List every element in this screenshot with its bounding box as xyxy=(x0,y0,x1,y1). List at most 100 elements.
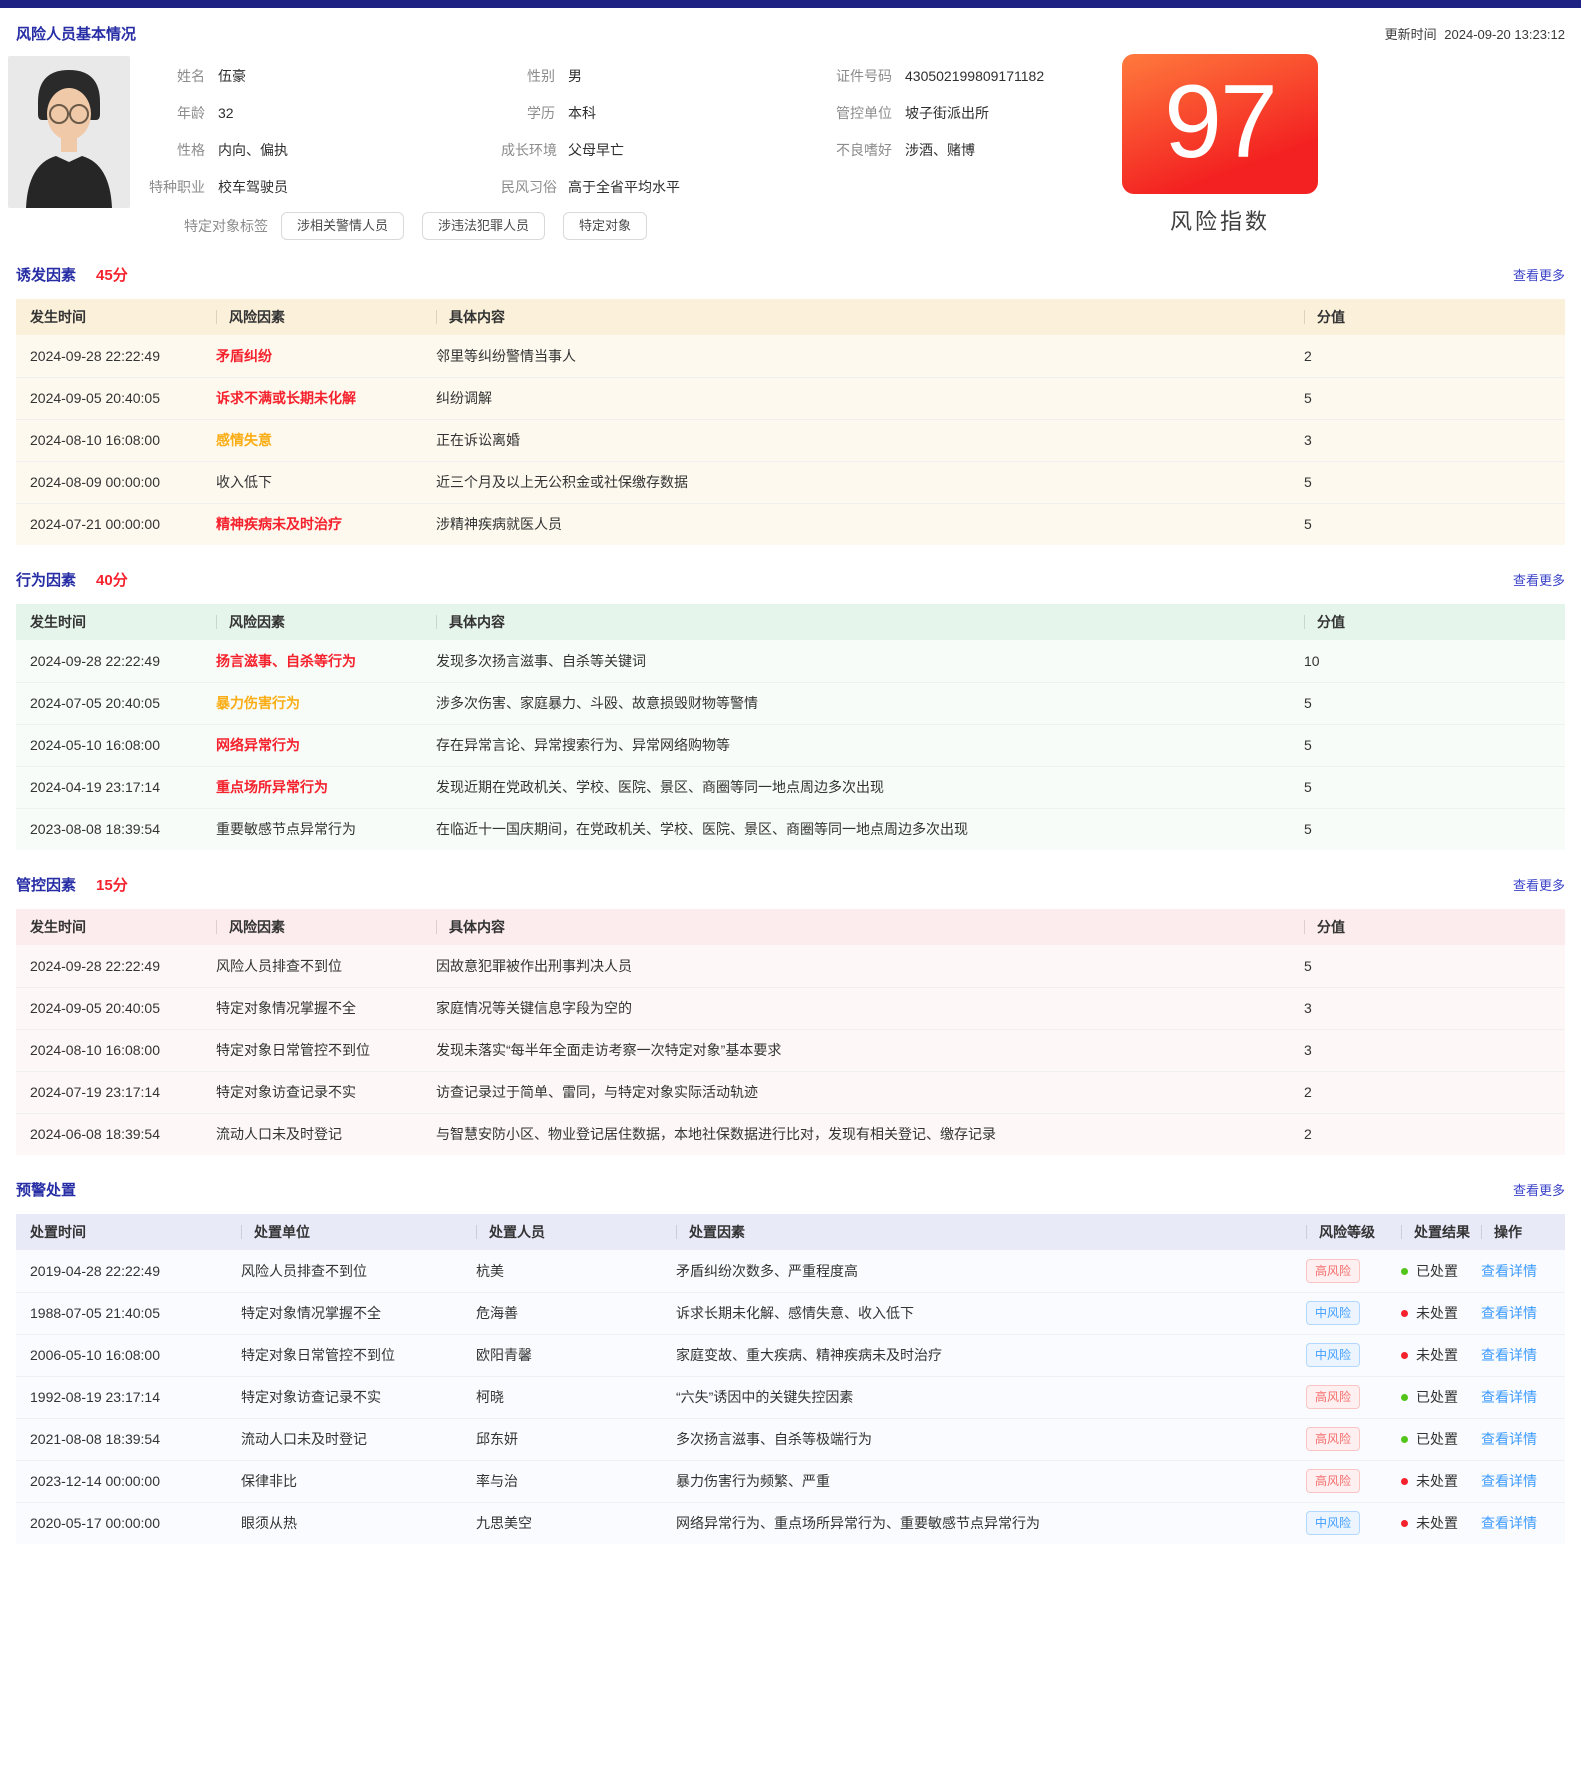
field-value: 本科 xyxy=(568,95,832,132)
cell-detail-content: 邻里等纠纷警情当事人 xyxy=(422,335,1290,377)
column-header: 风险因素 xyxy=(202,604,422,640)
view-detail-link[interactable]: 查看详情 xyxy=(1481,1263,1537,1279)
section-score: 45分 xyxy=(96,264,128,285)
cell-score: 5 xyxy=(1290,503,1565,545)
field-label: 成长环境 xyxy=(501,132,568,169)
cell-occurrence-time: 2024-05-10 16:08:00 xyxy=(16,724,202,766)
cell-occurrence-time: 2023-08-08 18:39:54 xyxy=(16,808,202,850)
cell-disposition-result: 未处置 xyxy=(1387,1460,1467,1502)
factor-table-row: 2024-08-10 16:08:00感情失意正在诉讼离婚3 xyxy=(16,419,1565,461)
result-status-text: 未处置 xyxy=(1416,1515,1458,1531)
view-detail-link[interactable]: 查看详情 xyxy=(1481,1515,1537,1531)
factor-table-row: 2024-05-10 16:08:00网络异常行为存在异常言论、异常搜索行为、异… xyxy=(16,724,1565,766)
field-label: 性别 xyxy=(501,58,568,95)
cell-risk-level: 中风险 xyxy=(1292,1292,1387,1334)
cell-score: 3 xyxy=(1290,419,1565,461)
cell-risk-factor: 矛盾纠纷 xyxy=(202,335,422,377)
column-header: 处置结果 xyxy=(1387,1214,1467,1250)
table-header-row: 发生时间风险因素具体内容分值 xyxy=(16,604,1565,640)
cell-risk-level: 中风险 xyxy=(1292,1334,1387,1376)
cell-action: 查看详情 xyxy=(1467,1502,1565,1544)
cell-disposition-person: 危海善 xyxy=(462,1292,662,1334)
column-header: 风险因素 xyxy=(202,909,422,945)
result-status-text: 已处置 xyxy=(1416,1389,1458,1405)
alert-table-row: 2020-05-17 00:00:00眼须从热九思美空网络异常行为、重点场所异常… xyxy=(16,1502,1565,1544)
cell-risk-factor: 重点场所异常行为 xyxy=(202,766,422,808)
tags-container: 涉相关警情人员涉违法犯罪人员特定对象 xyxy=(281,212,665,240)
result-status-text: 已处置 xyxy=(1416,1263,1458,1279)
update-time-label: 更新时间 xyxy=(1385,27,1437,42)
see-more-link[interactable]: 查看更多 xyxy=(1513,875,1565,894)
cell-action: 查看详情 xyxy=(1467,1460,1565,1502)
result-status-text: 未处置 xyxy=(1416,1473,1458,1489)
section-head-alert-disposition: 预警处置 查看更多 xyxy=(0,1179,1581,1200)
field-value: 男 xyxy=(568,58,832,95)
cell-risk-level: 高风险 xyxy=(1292,1250,1387,1292)
field-label: 学历 xyxy=(501,95,568,132)
cell-detail-content: 存在异常言论、异常搜索行为、异常网络购物等 xyxy=(422,724,1290,766)
see-more-link[interactable]: 查看更多 xyxy=(1513,1180,1565,1199)
cell-risk-factor: 诉求不满或长期未化解 xyxy=(202,377,422,419)
update-time: 更新时间 2024-09-20 13:23:12 xyxy=(1381,24,1565,43)
cell-risk-factor: 感情失意 xyxy=(202,419,422,461)
cell-detail-content: 在临近十一国庆期间，在党政机关、学校、医院、景区、商圈等同一地点周边多次出现 xyxy=(422,808,1290,850)
profile-fields: 姓名伍豪性别男证件号码430502199809171182年龄32学历本科管控单… xyxy=(140,58,1565,240)
field-label: 管控单位 xyxy=(832,95,905,132)
view-detail-link[interactable]: 查看详情 xyxy=(1481,1473,1537,1489)
cell-disposition-result: 已处置 xyxy=(1387,1250,1467,1292)
factor-table-row: 2024-09-05 20:40:05诉求不满或长期未化解纠纷调解5 xyxy=(16,377,1565,419)
field-value: 伍豪 xyxy=(218,58,501,95)
cell-risk-factor: 网络异常行为 xyxy=(202,724,422,766)
control-factor-table: 发生时间风险因素具体内容分值 2024-09-28 22:22:49风险人员排查… xyxy=(16,909,1565,1155)
cell-score: 3 xyxy=(1290,987,1565,1029)
cell-disposition-time: 2019-04-28 22:22:49 xyxy=(16,1250,227,1292)
risk-level-badge: 高风险 xyxy=(1306,1469,1360,1493)
profile-photo-image xyxy=(8,56,130,208)
column-header: 分值 xyxy=(1290,299,1565,335)
column-header: 处置因素 xyxy=(662,1214,1292,1250)
cell-detail-content: 发现近期在党政机关、学校、医院、景区、商圈等同一地点周边多次出现 xyxy=(422,766,1290,808)
cell-disposition-unit: 特定对象情况掌握不全 xyxy=(227,1292,462,1334)
see-more-link[interactable]: 查看更多 xyxy=(1513,570,1565,589)
cell-occurrence-time: 2024-06-08 18:39:54 xyxy=(16,1113,202,1155)
see-more-link[interactable]: 查看更多 xyxy=(1513,265,1565,284)
field-label: 姓名 xyxy=(140,58,218,95)
cell-action: 查看详情 xyxy=(1467,1334,1565,1376)
cell-occurrence-time: 2024-08-09 00:00:00 xyxy=(16,461,202,503)
cell-disposition-time: 2006-05-10 16:08:00 xyxy=(16,1334,227,1376)
view-detail-link[interactable]: 查看详情 xyxy=(1481,1347,1537,1363)
cell-detail-content: 与智慧安防小区、物业登记居住数据，本地社保数据进行比对，发现有相关登记、缴存记录 xyxy=(422,1113,1290,1155)
view-detail-link[interactable]: 查看详情 xyxy=(1481,1389,1537,1405)
cell-risk-level: 高风险 xyxy=(1292,1376,1387,1418)
profile-photo xyxy=(8,56,130,208)
cell-occurrence-time: 2024-07-05 20:40:05 xyxy=(16,682,202,724)
alert-table-row: 2019-04-28 22:22:49风险人员排查不到位杭美矛盾纠纷次数多、严重… xyxy=(16,1250,1565,1292)
column-header: 发生时间 xyxy=(16,604,202,640)
view-detail-link[interactable]: 查看详情 xyxy=(1481,1431,1537,1447)
column-header: 具体内容 xyxy=(422,299,1290,335)
cell-disposition-time: 1992-08-19 23:17:14 xyxy=(16,1376,227,1418)
cell-action: 查看详情 xyxy=(1467,1418,1565,1460)
factor-table-row: 2024-07-19 23:17:14特定对象访查记录不实访查记录过于简单、雷同… xyxy=(16,1071,1565,1113)
cell-risk-factor: 风险人员排查不到位 xyxy=(202,945,422,987)
cell-risk-factor: 特定对象日常管控不到位 xyxy=(202,1029,422,1071)
cell-action: 查看详情 xyxy=(1467,1376,1565,1418)
view-detail-link[interactable]: 查看详情 xyxy=(1481,1305,1537,1321)
cell-detail-content: 家庭情况等关键信息字段为空的 xyxy=(422,987,1290,1029)
risk-level-badge: 中风险 xyxy=(1306,1343,1360,1367)
result-status-dot-icon xyxy=(1401,1520,1408,1527)
behavior-factor-table: 发生时间风险因素具体内容分值 2024-09-28 22:22:49扬言滋事、自… xyxy=(16,604,1565,850)
factor-table-row: 2024-09-28 22:22:49矛盾纠纷邻里等纠纷警情当事人2 xyxy=(16,335,1565,377)
tags-row: 特定对象标签 涉相关警情人员涉违法犯罪人员特定对象 xyxy=(184,212,1565,240)
field-label: 年龄 xyxy=(140,95,218,132)
cell-score: 2 xyxy=(1290,1113,1565,1155)
section-title: 管控因素 xyxy=(16,874,76,895)
cell-risk-factor: 重要敏感节点异常行为 xyxy=(202,808,422,850)
cell-score: 2 xyxy=(1290,335,1565,377)
cell-risk-factor: 暴力伤害行为 xyxy=(202,682,422,724)
cell-score: 5 xyxy=(1290,377,1565,419)
alert-table-row: 2023-12-14 00:00:00保律非比率与治暴力伤害行为频繁、严重高风险… xyxy=(16,1460,1565,1502)
cell-disposition-unit: 特定对象访查记录不实 xyxy=(227,1376,462,1418)
cell-risk-factor: 扬言滋事、自杀等行为 xyxy=(202,640,422,682)
field-label: 证件号码 xyxy=(832,58,905,95)
